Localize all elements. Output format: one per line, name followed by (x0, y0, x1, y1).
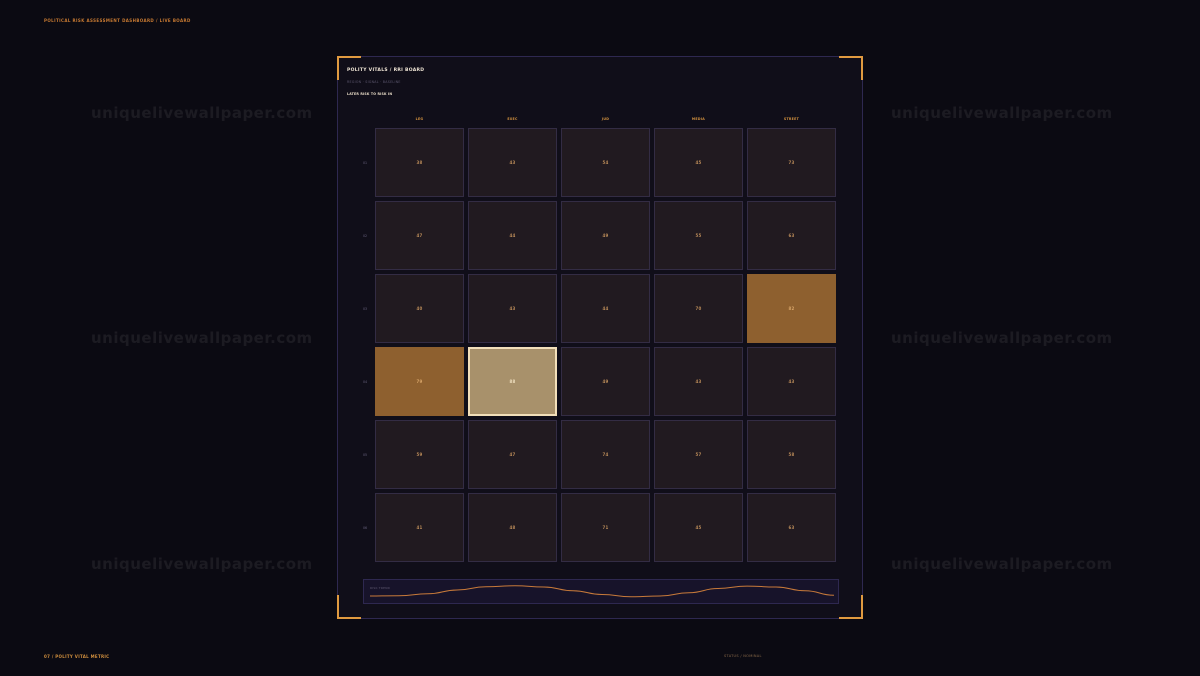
risk-cell[interactable]: 44 (468, 201, 557, 270)
risk-cell[interactable]: 63 (747, 493, 836, 562)
risk-cell-value: 44 (509, 233, 516, 238)
risk-cell-value: 63 (788, 233, 795, 238)
risk-cell[interactable]: 49 (561, 347, 650, 416)
risk-cell-value: 55 (695, 233, 702, 238)
risk-cell-value: 73 (788, 160, 795, 165)
risk-cell[interactable]: 55 (654, 201, 743, 270)
risk-cell-value: 43 (509, 306, 516, 311)
risk-cell-value: 74 (602, 452, 609, 457)
risk-cell[interactable]: 79 (375, 347, 464, 416)
watermark-text: uniquelivewallpaper.com (91, 329, 313, 347)
risk-cell[interactable]: 74 (561, 420, 650, 489)
watermark-text: uniquelivewallpaper.com (891, 555, 1113, 573)
column-header: MEDIA (691, 117, 706, 121)
risk-cell-value: 71 (602, 525, 609, 530)
panel-title: POLITY VITALS / RRI BOARD (347, 68, 425, 73)
risk-cell-value: 57 (695, 452, 702, 457)
risk-cell-value: 38 (416, 160, 423, 165)
risk-cell-value: 59 (416, 452, 423, 457)
risk-cell[interactable]: 47 (468, 420, 557, 489)
row-header: 05 (362, 453, 368, 457)
risk-board-panel: POLITY VITALS / RRI BOARD REGION · SIGNA… (337, 56, 863, 619)
watermark-text: uniquelivewallpaper.com (91, 104, 313, 122)
risk-cell-value: 43 (509, 160, 516, 165)
column-header: JUD (601, 117, 610, 121)
trend-line-chart (369, 585, 835, 598)
risk-cell[interactable]: 43 (468, 274, 557, 343)
risk-cell[interactable]: 40 (375, 274, 464, 343)
risk-cell-value: 45 (695, 525, 702, 530)
risk-cell-value: 48 (509, 525, 516, 530)
row-header: 02 (362, 234, 368, 238)
risk-cell[interactable]: 71 (561, 493, 650, 562)
row-header: 04 (362, 380, 368, 384)
risk-cell-value: 54 (602, 160, 609, 165)
dashboard-caption: POLITICAL RISK ASSESSMENT DASHBOARD / LI… (44, 18, 191, 23)
risk-cell[interactable]: 63 (747, 201, 836, 270)
row-header: 06 (362, 526, 368, 530)
risk-cell[interactable]: 43 (654, 347, 743, 416)
column-header: EXEC (507, 117, 518, 121)
risk-cell[interactable]: 38 (375, 128, 464, 197)
risk-cell[interactable]: 88 (468, 347, 557, 416)
column-header: STREET (783, 117, 800, 121)
trend-line (369, 585, 835, 598)
risk-cell-value: 82 (788, 306, 795, 311)
risk-cell-value: 88 (509, 379, 516, 384)
footer-left: 07 / POLITY VITAL METRIC (44, 654, 110, 659)
risk-cell-value: 40 (416, 306, 423, 311)
risk-cell-value: 43 (788, 379, 795, 384)
risk-cell-value: 47 (416, 233, 423, 238)
risk-cell-value: 43 (695, 379, 702, 384)
risk-cell[interactable]: 59 (375, 420, 464, 489)
risk-cell[interactable]: 45 (654, 128, 743, 197)
risk-cell[interactable]: 54 (561, 128, 650, 197)
watermark-text: uniquelivewallpaper.com (91, 555, 313, 573)
risk-cell[interactable]: 43 (747, 347, 836, 416)
row-header: 03 (362, 307, 368, 311)
row-header: 01 (362, 161, 368, 165)
risk-cell[interactable]: 47 (375, 201, 464, 270)
risk-cell-value: 63 (788, 525, 795, 530)
trend-strip: RISK TREND (363, 579, 839, 604)
risk-cell-value: 45 (695, 160, 702, 165)
watermark-text: uniquelivewallpaper.com (891, 329, 1113, 347)
risk-cell[interactable]: 70 (654, 274, 743, 343)
corner-bracket (337, 595, 361, 619)
risk-cell-value: 41 (416, 525, 423, 530)
risk-cell[interactable]: 45 (654, 493, 743, 562)
panel-legend: LATER RISK TO RISK IN (347, 92, 393, 96)
risk-cell[interactable]: 58 (747, 420, 836, 489)
corner-bracket (839, 56, 863, 80)
risk-cell-value: 79 (416, 379, 423, 384)
risk-cell[interactable]: 49 (561, 201, 650, 270)
risk-cell-value: 58 (788, 452, 795, 457)
footer-right: STATUS / NOMINAL (724, 654, 762, 658)
risk-cell-value: 70 (695, 306, 702, 311)
risk-cell-value: 44 (602, 306, 609, 311)
corner-bracket (839, 595, 863, 619)
risk-cell[interactable]: 73 (747, 128, 836, 197)
risk-cell[interactable]: 48 (468, 493, 557, 562)
risk-cell[interactable]: 57 (654, 420, 743, 489)
risk-cell[interactable]: 43 (468, 128, 557, 197)
risk-cell-value: 49 (602, 233, 609, 238)
watermark-text: uniquelivewallpaper.com (891, 104, 1113, 122)
risk-cell-value: 49 (602, 379, 609, 384)
risk-cell-value: 47 (509, 452, 516, 457)
panel-subtitle: REGION · SIGNAL · BASELINE (347, 80, 401, 84)
risk-cell[interactable]: 44 (561, 274, 650, 343)
risk-cell[interactable]: 82 (747, 274, 836, 343)
risk-cell[interactable]: 41 (375, 493, 464, 562)
column-header: LEG (415, 117, 424, 121)
